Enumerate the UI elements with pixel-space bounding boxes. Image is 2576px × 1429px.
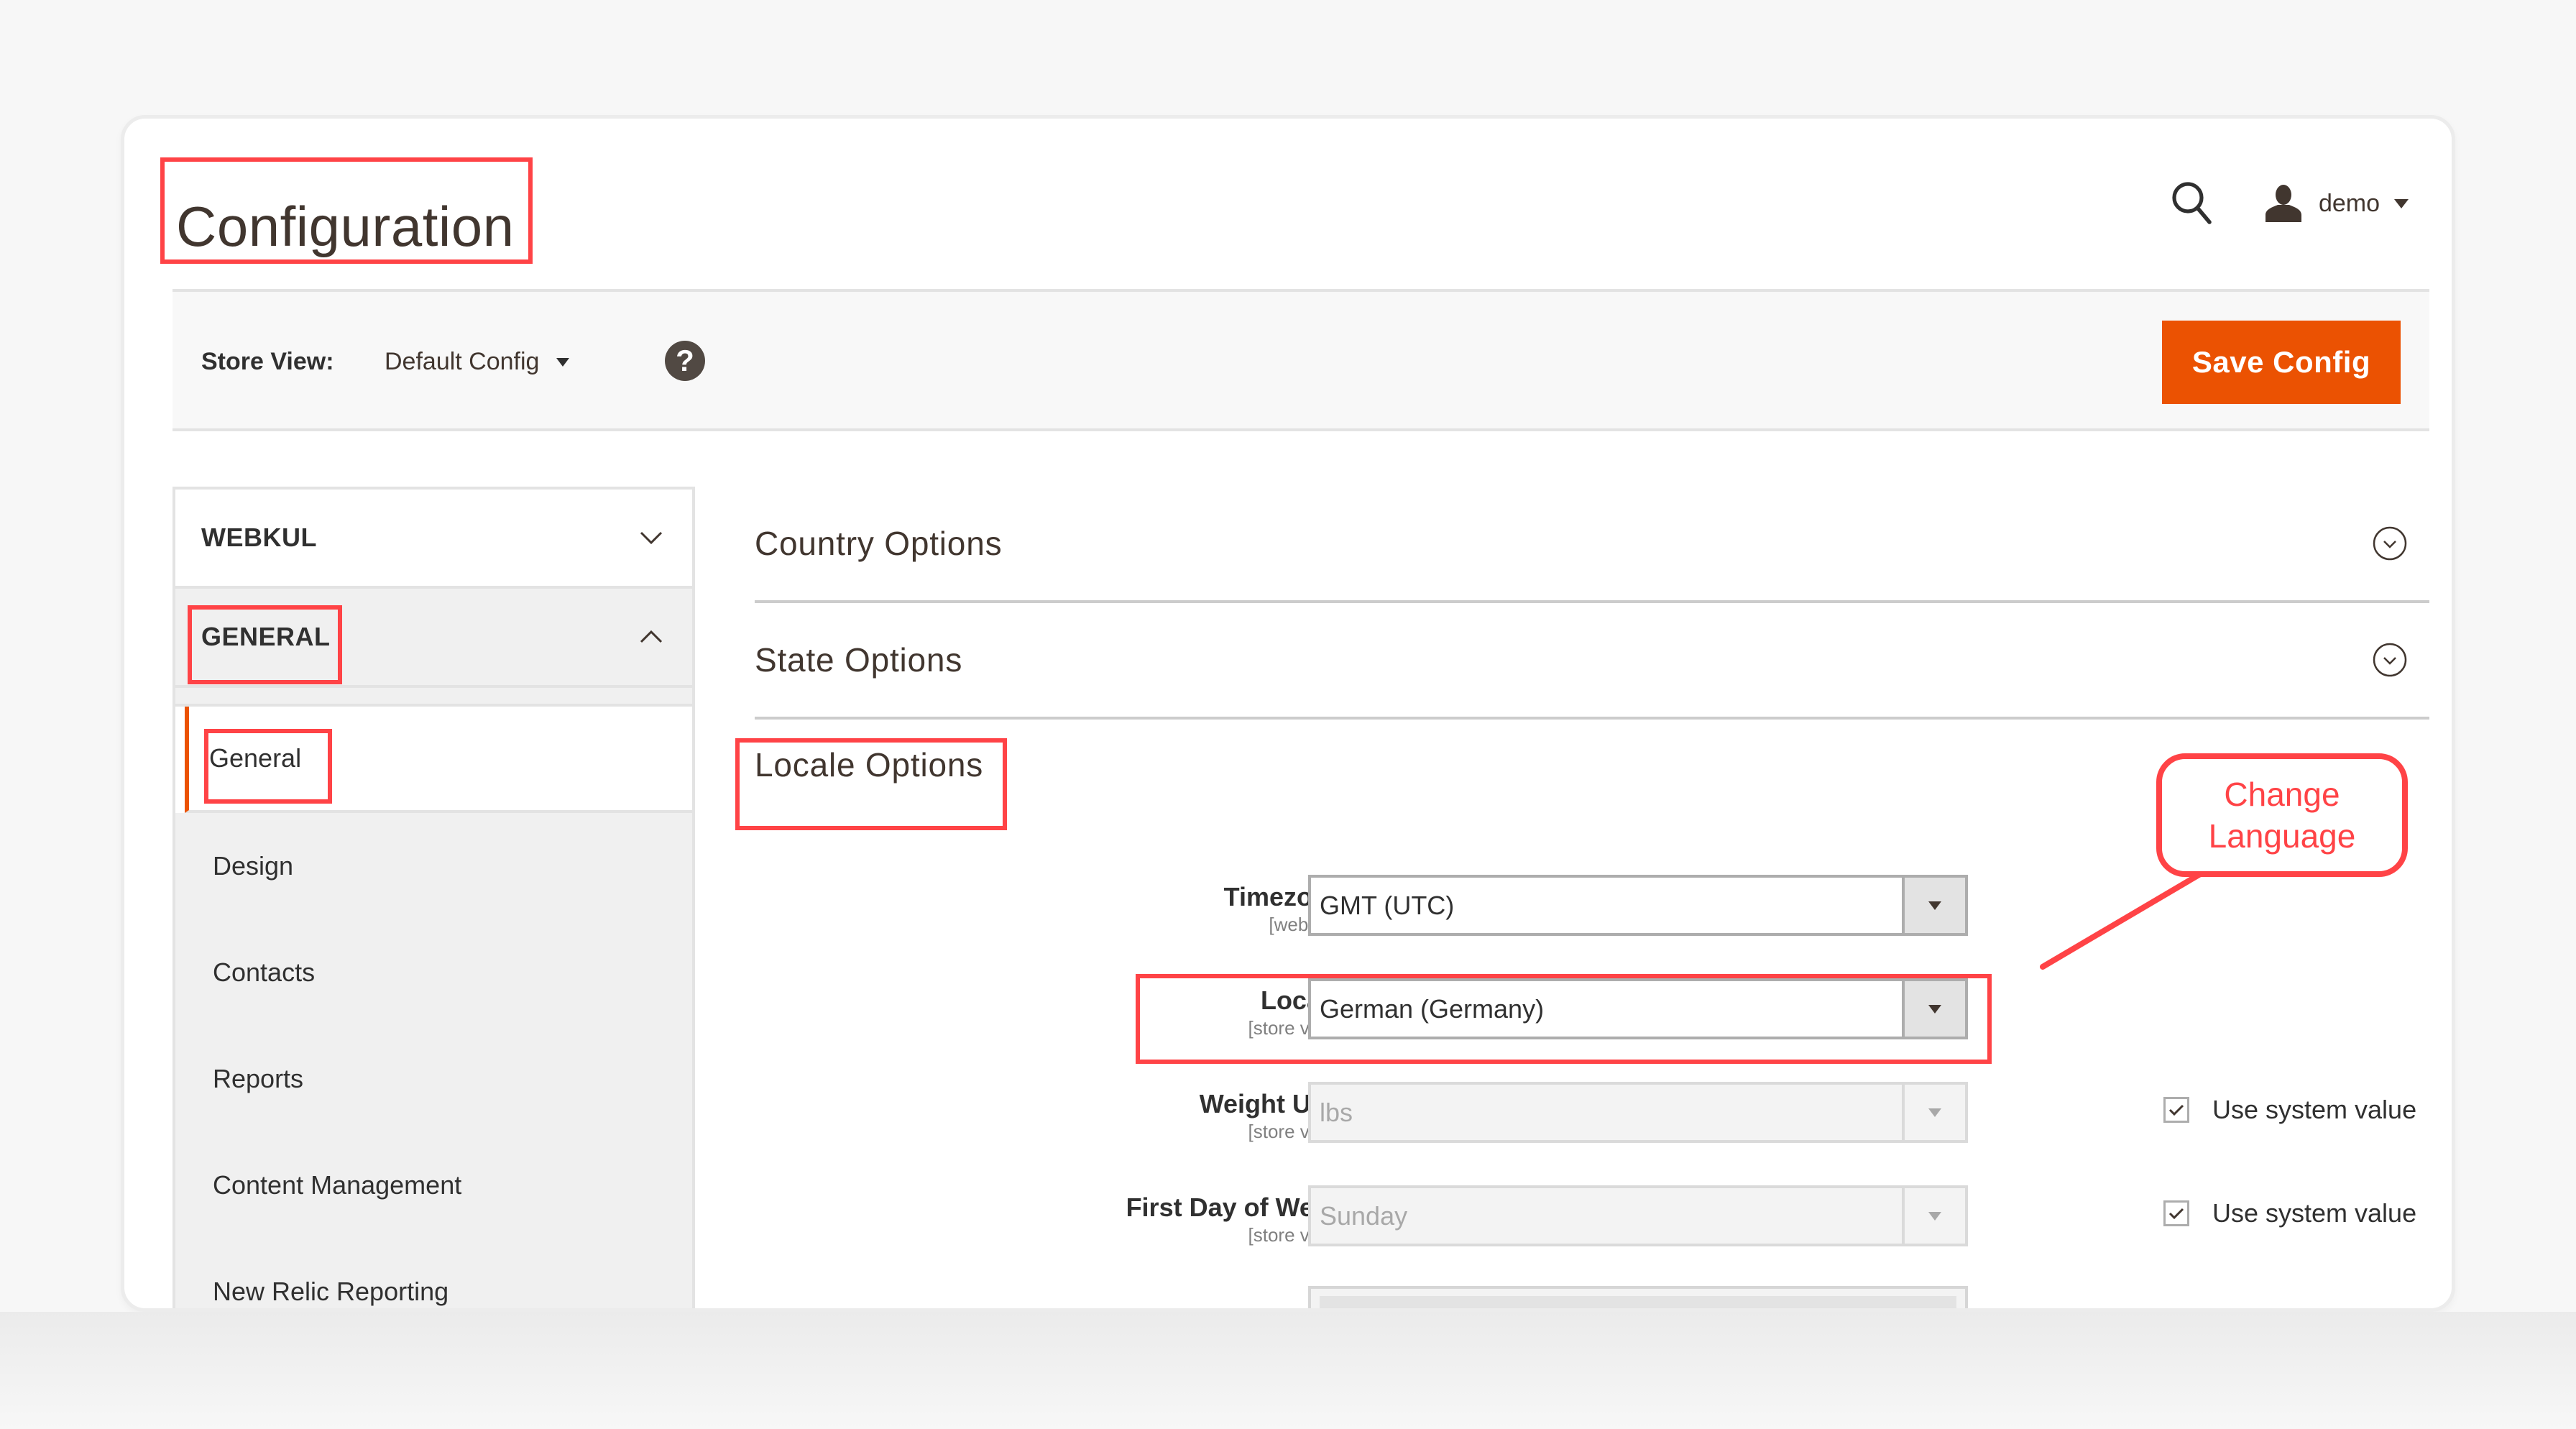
page-title: Configuration — [176, 195, 515, 258]
sidebar-item-design[interactable]: Design — [175, 813, 692, 919]
expand-circle-icon — [2373, 643, 2407, 677]
caret-down-icon — [1928, 1211, 1941, 1221]
select-value: GMT (UTC) — [1320, 890, 1455, 920]
select-value: Sunday — [1320, 1200, 1408, 1231]
change-language-callout: Change Language — [2156, 753, 2408, 877]
next-field-select-partial — [1308, 1286, 1968, 1308]
checkmark-icon — [2168, 1104, 2184, 1116]
timezone-select[interactable]: GMT (UTC) — [1308, 875, 1968, 936]
section-country-options[interactable]: Country Options — [755, 487, 2429, 603]
checkbox-label: Use system value — [2212, 1095, 2417, 1124]
config-main: Country Options State Options Locale Opt… — [755, 487, 2429, 1308]
help-icon[interactable]: ? — [665, 341, 705, 381]
caret-down-icon — [1928, 1004, 1941, 1014]
save-config-button[interactable]: Save Config — [2162, 321, 2401, 404]
sidebar-group-label: GENERAL — [201, 622, 331, 651]
caret-down-icon — [556, 357, 570, 367]
select-arrow — [1902, 981, 1965, 1037]
admin-panel: Configuration demo Store View: Default C… — [121, 115, 2455, 1312]
caret-down-icon — [1928, 901, 1941, 910]
store-view-label: Store View: — [201, 348, 334, 375]
use-system-value-first-day[interactable]: Use system value — [2163, 1198, 2416, 1228]
sidebar-item-contacts[interactable]: Contacts — [175, 919, 692, 1026]
checkmark-icon — [2168, 1208, 2184, 1220]
locale-select[interactable]: German (Germany) — [1308, 978, 1968, 1039]
select-value: lbs — [1320, 1097, 1353, 1127]
store-view-value: Default Config — [385, 348, 540, 375]
callout-line-1: Change — [2224, 776, 2340, 813]
user-name: demo — [2318, 189, 2380, 217]
sidebar-item-new-relic-reporting[interactable]: New Relic Reporting — [175, 1239, 692, 1308]
checkbox-checked[interactable] — [2163, 1097, 2189, 1123]
expand-circle-icon — [2373, 526, 2407, 561]
user-icon — [2265, 185, 2301, 222]
section-title: Country Options — [755, 525, 1003, 562]
caret-down-icon — [2394, 198, 2409, 208]
select-value: German (Germany) — [1320, 993, 1545, 1024]
field-locale: Locale [store view] German (Germany) — [755, 978, 2429, 1065]
sidebar-group-label: WEBKUL — [201, 523, 317, 552]
user-menu[interactable]: demo — [2264, 185, 2409, 222]
weight-unit-select: lbs — [1308, 1082, 1968, 1143]
config-sidebar: WEBKUL GENERAL General Design Contacts R… — [172, 487, 695, 1308]
store-view-bar: Store View: Default Config ? Save Config — [172, 289, 2429, 431]
sidebar-group-general[interactable]: GENERAL — [175, 589, 692, 688]
field-first-day-of-week: First Day of Week [store view] Sunday Us… — [755, 1185, 2429, 1272]
select-arrow — [1902, 1085, 1965, 1140]
callout-line-2: Language — [2208, 817, 2356, 855]
section-state-options[interactable]: State Options — [755, 603, 2429, 720]
use-system-value-weight-unit[interactable]: Use system value — [2163, 1095, 2416, 1125]
store-view-switcher[interactable]: Default Config — [385, 348, 570, 376]
section-locale-options[interactable]: Locale Options — [755, 745, 983, 784]
select-arrow — [1902, 1188, 1965, 1244]
checkbox-label: Use system value — [2212, 1198, 2417, 1228]
sidebar-item-reports[interactable]: Reports — [175, 1026, 692, 1132]
field-weight-unit: Weight Unit [store view] lbs Use system … — [755, 1082, 2429, 1168]
chevron-down-icon — [640, 531, 663, 545]
header-actions: demo — [2171, 175, 2409, 232]
checkbox-checked[interactable] — [2163, 1200, 2189, 1226]
search-icon[interactable] — [2171, 180, 2214, 226]
sidebar-item-general[interactable]: General — [185, 707, 692, 813]
sidebar-item-content-management[interactable]: Content Management — [175, 1132, 692, 1239]
select-arrow — [1902, 878, 1965, 933]
section-title: State Options — [755, 641, 963, 679]
callout-text: Change Language — [2209, 773, 2356, 857]
caret-down-icon — [1928, 1108, 1941, 1117]
page-bottom-fade — [0, 1312, 2576, 1429]
first-day-of-week-select: Sunday — [1308, 1185, 1968, 1246]
sidebar-spacer — [175, 688, 692, 707]
chevron-up-icon — [640, 630, 663, 643]
field-timezone: Timezone [website] GMT (UTC) — [755, 875, 2429, 961]
sidebar-group-webkul[interactable]: WEBKUL — [175, 490, 692, 589]
